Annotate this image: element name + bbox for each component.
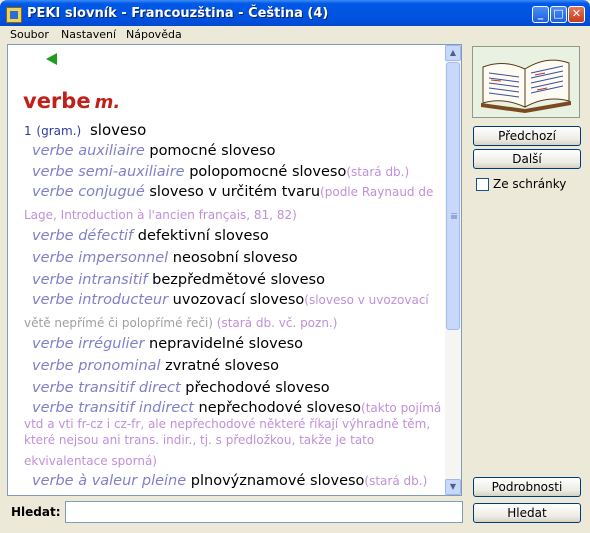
scroll-up-button[interactable]: ▲ bbox=[445, 45, 461, 61]
entry-row: verbe défectif defektivní sloveso bbox=[32, 228, 269, 244]
entry-row: verbe introducteur uvozovací sloveso(slo… bbox=[32, 292, 429, 308]
sense-label: (gram.) bbox=[36, 124, 82, 138]
close-button[interactable]: ✕ bbox=[568, 6, 585, 23]
note-continuation: Lage, Introduction à l'ancien français, … bbox=[24, 208, 297, 222]
czech-translation: bezpředmětové sloveso bbox=[147, 272, 325, 288]
vertical-scrollbar[interactable]: ▲ ▼ bbox=[445, 45, 461, 495]
gender-label: m. bbox=[94, 92, 121, 113]
entry-row: verbe conjugué sloveso v určitém tvaru(p… bbox=[32, 184, 433, 200]
sense-translation: sloveso bbox=[89, 121, 147, 139]
french-phrase: verbe impersonnel bbox=[32, 250, 169, 266]
czech-translation: nepřechodové sloveso bbox=[193, 400, 362, 416]
french-phrase: verbe intransitif bbox=[32, 272, 148, 288]
french-phrase: verbe transitif indirect bbox=[32, 400, 194, 416]
clipboard-checkbox[interactable] bbox=[476, 178, 489, 191]
czech-translation: nepravidelné sloveso bbox=[144, 336, 304, 352]
menu-bar: Soubor Nastavení Nápověda bbox=[0, 26, 590, 44]
menu-soubor[interactable]: Soubor bbox=[10, 28, 49, 41]
previous-button[interactable]: Předchozí bbox=[473, 126, 581, 146]
maximize-button[interactable]: □ bbox=[550, 6, 567, 23]
menu-napoveda[interactable]: Nápověda bbox=[126, 28, 182, 41]
search-input[interactable] bbox=[65, 501, 463, 523]
app-icon bbox=[6, 7, 22, 23]
note-continuation: ekvivalentace sporná) bbox=[24, 454, 157, 468]
headword-text: verbe bbox=[23, 89, 91, 113]
czech-translation: polopomocné sloveso bbox=[184, 164, 347, 180]
sense-line: 1 (gram.) sloveso bbox=[24, 121, 146, 139]
note: (sloveso v uvozovací bbox=[304, 293, 429, 307]
entry-row: verbe pronominal zvratné sloveso bbox=[32, 358, 279, 374]
note: (stará db.) bbox=[364, 474, 428, 488]
play-sound-icon[interactable] bbox=[46, 53, 57, 65]
note: (stará db.) bbox=[346, 165, 410, 179]
open-book-icon bbox=[481, 59, 571, 113]
czech-translation: sloveso v určitém tvaru bbox=[144, 184, 321, 200]
book-image bbox=[472, 46, 580, 118]
entry-row: verbe auxiliaire pomocné sloveso bbox=[32, 143, 276, 159]
french-phrase: verbe pronominal bbox=[32, 358, 161, 374]
minimize-button[interactable]: _ bbox=[532, 6, 549, 23]
note: (podle Raynaud de bbox=[320, 185, 434, 199]
czech-translation: přechodové sloveso bbox=[180, 380, 330, 396]
entry-row: verbe à valeur pleine plnovýznamové slov… bbox=[32, 473, 427, 489]
french-phrase: verbe transitif direct bbox=[32, 380, 181, 396]
next-button[interactable]: Další bbox=[473, 149, 581, 169]
french-phrase: verbe défectif bbox=[32, 228, 134, 244]
entry-row: verbe irrégulier nepravidelné sloveso bbox=[32, 336, 303, 352]
grip-icon bbox=[451, 213, 457, 215]
menu-nastaveni[interactable]: Nastavení bbox=[61, 28, 116, 41]
entry-row: verbe transitif direct přechodové sloves… bbox=[32, 380, 330, 396]
czech-translation: uvozovací sloveso bbox=[168, 292, 305, 308]
scroll-thumb[interactable] bbox=[446, 62, 460, 330]
search-button[interactable]: Hledat bbox=[473, 503, 581, 523]
scroll-down-button[interactable]: ▼ bbox=[445, 479, 461, 495]
search-label: Hledat: bbox=[11, 505, 61, 519]
czech-translation: zvratné sloveso bbox=[160, 358, 279, 374]
note-continuation-pink: (stará db. vč. pozn.) bbox=[212, 316, 338, 330]
entry-row: verbe semi-auxiliaire polopomocné sloves… bbox=[32, 164, 409, 180]
french-phrase: verbe à valeur pleine bbox=[32, 473, 187, 489]
french-phrase: verbe irrégulier bbox=[32, 336, 145, 352]
clipboard-checkbox-label[interactable]: Ze schránky bbox=[493, 177, 566, 191]
note: (takto pojímá bbox=[361, 401, 442, 415]
headword: verbe m. bbox=[23, 89, 120, 113]
czech-translation: neosobní sloveso bbox=[168, 250, 298, 266]
french-phrase: verbe auxiliaire bbox=[32, 143, 145, 159]
window-title: PEKI slovník - Francouzština - Čeština (… bbox=[27, 6, 329, 21]
note-continuation: které nejsou ani trans. indir., tj. s př… bbox=[24, 433, 375, 447]
note-continuation: větě nepřímé či polopřímé řeči) (stará d… bbox=[24, 316, 337, 330]
details-button[interactable]: Podrobnosti bbox=[473, 477, 581, 497]
french-phrase: verbe introducteur bbox=[32, 292, 169, 308]
french-phrase: verbe conjugué bbox=[32, 184, 145, 200]
note-continuation-gray: větě nepřímé či polopřímé řeči) bbox=[24, 316, 213, 330]
entry-row: verbe intransitif bezpředmětové sloveso bbox=[32, 272, 325, 288]
entry-row: verbe transitif indirect nepřechodové sl… bbox=[32, 400, 441, 416]
czech-translation: defektivní sloveso bbox=[133, 228, 269, 244]
french-phrase: verbe semi-auxiliaire bbox=[32, 164, 185, 180]
czech-translation: plnovýznamové sloveso bbox=[186, 473, 365, 489]
sense-number: 1 bbox=[24, 124, 32, 138]
dictionary-content[interactable]: verbe m. 1 (gram.) sloveso verbe auxiliai… bbox=[7, 44, 462, 496]
czech-translation: pomocné sloveso bbox=[144, 143, 276, 159]
entry-row: verbe impersonnel neosobní sloveso bbox=[32, 250, 298, 266]
note-continuation: vtd a vti fr-cz i cz-fr, ale nepřechodov… bbox=[24, 417, 431, 431]
